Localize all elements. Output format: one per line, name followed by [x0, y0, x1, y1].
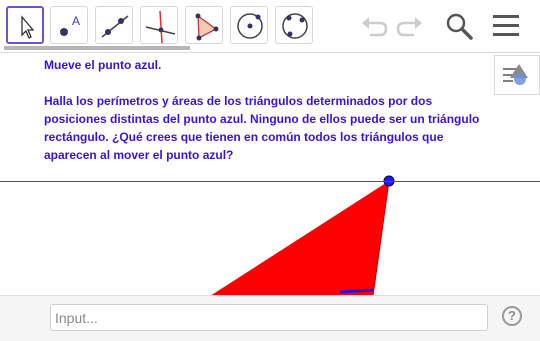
point-icon: A	[60, 14, 80, 36]
circle-three-points-tool-button[interactable]	[275, 6, 313, 44]
algebra-input-field[interactable]	[50, 304, 488, 331]
toolbar-divider	[0, 52, 540, 53]
text-gap	[44, 74, 484, 92]
svg-text:A: A	[72, 14, 80, 28]
toolbar-scroll-indicator	[4, 46, 190, 50]
perpendicular-tool-button[interactable]	[140, 6, 178, 44]
style-bar-toggle-button[interactable]	[494, 55, 540, 95]
menu-icon[interactable]	[492, 13, 520, 39]
instructions-text: Mueve el punto azul. Halla los perímetro…	[44, 56, 484, 164]
circle-center-tool-button[interactable]	[230, 6, 268, 44]
perpendicular-line-icon	[145, 10, 176, 44]
input-bar: ?	[0, 295, 540, 341]
undo-icon[interactable]	[360, 13, 388, 39]
line-icon	[101, 15, 129, 38]
help-button[interactable]: ?	[502, 306, 522, 326]
instruction-line-2: Halla los perímetros y áreas de los triá…	[44, 94, 480, 162]
polygon-tool-button[interactable]	[185, 6, 223, 44]
move-tool-button[interactable]	[6, 6, 44, 44]
search-icon[interactable]	[444, 12, 474, 42]
polygon-icon	[195, 13, 219, 41]
horizontal-line	[0, 181, 540, 182]
red-triangle[interactable]	[210, 181, 389, 296]
blue-segment[interactable]	[339, 288, 374, 294]
redo-icon[interactable]	[396, 13, 424, 39]
toolbar: A	[0, 0, 540, 52]
style-bar-icon	[503, 64, 528, 85]
line-tool-button[interactable]	[95, 6, 133, 44]
circle-three-points-icon	[282, 13, 308, 39]
move-arrow-icon	[21, 15, 35, 39]
point-tool-button[interactable]: A	[50, 6, 88, 44]
circle-center-icon	[237, 13, 263, 39]
instruction-line-1: Mueve el punto azul.	[44, 58, 162, 72]
